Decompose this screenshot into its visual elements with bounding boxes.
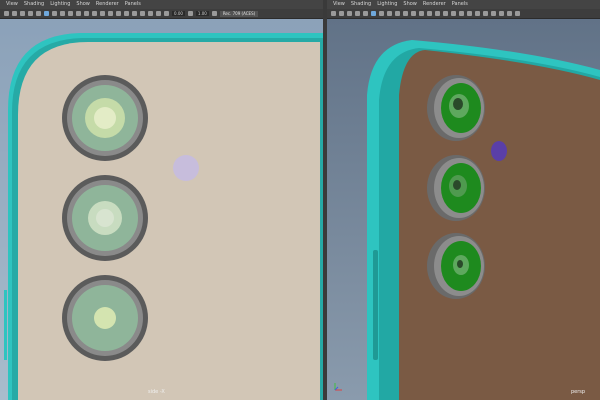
bookmark-icon[interactable] bbox=[347, 11, 352, 16]
gate-mask-icon[interactable] bbox=[387, 11, 392, 16]
antialias-icon[interactable] bbox=[156, 11, 161, 16]
left-scene-canvas[interactable] bbox=[0, 0, 323, 400]
xray-icon[interactable] bbox=[459, 11, 464, 16]
xray-joints-icon[interactable] bbox=[140, 11, 145, 16]
depth-of-field-icon[interactable] bbox=[164, 11, 169, 16]
left-viewport-toolbar: 0.00 1.00 Rec. 709 (ACES) bbox=[0, 9, 323, 19]
menu-shading[interactable]: Shading bbox=[351, 0, 371, 9]
camera-lens-1 bbox=[427, 75, 485, 141]
film-gate-icon[interactable] bbox=[44, 11, 49, 16]
left-viewport[interactable]: View Shading Lighting Show Renderer Pane… bbox=[0, 0, 323, 400]
menu-show[interactable]: Show bbox=[403, 0, 417, 9]
gamma-field[interactable]: 1.00 bbox=[195, 11, 209, 16]
select-camera-icon[interactable] bbox=[4, 11, 9, 16]
field-chart-icon[interactable] bbox=[68, 11, 73, 16]
grid-icon[interactable] bbox=[36, 11, 41, 16]
right-viewport-toolbar bbox=[327, 9, 600, 19]
menu-show[interactable]: Show bbox=[76, 0, 90, 9]
depth-of-field-icon[interactable] bbox=[491, 11, 496, 16]
bookmark-icon[interactable] bbox=[20, 11, 25, 16]
resolution-gate-icon[interactable] bbox=[52, 11, 57, 16]
textured-icon[interactable] bbox=[100, 11, 105, 16]
resolution-gate-icon[interactable] bbox=[379, 11, 384, 16]
color-management-icon[interactable] bbox=[507, 11, 512, 16]
camera-name-label: side -X bbox=[148, 389, 165, 395]
menu-shading[interactable]: Shading bbox=[24, 0, 44, 9]
view-axis-gizmo-icon bbox=[334, 383, 342, 391]
image-plane-icon[interactable] bbox=[355, 11, 360, 16]
safe-action-icon[interactable] bbox=[403, 11, 408, 16]
grid-icon[interactable] bbox=[363, 11, 368, 16]
isolate-icon[interactable] bbox=[451, 11, 456, 16]
camera-attributes-icon[interactable] bbox=[339, 11, 344, 16]
field-chart-icon[interactable] bbox=[395, 11, 400, 16]
shadows-icon[interactable] bbox=[443, 11, 448, 16]
camera-lens-3 bbox=[62, 275, 148, 361]
ambient-occlusion-icon[interactable] bbox=[148, 11, 153, 16]
flash-light bbox=[173, 155, 199, 181]
menu-view[interactable]: View bbox=[6, 0, 18, 9]
gate-mask-icon[interactable] bbox=[60, 11, 65, 16]
lights-icon[interactable] bbox=[108, 11, 113, 16]
side-button bbox=[4, 290, 7, 360]
gamma-icon[interactable] bbox=[499, 11, 504, 16]
image-plane-icon[interactable] bbox=[28, 11, 33, 16]
exposure-field[interactable]: 0.00 bbox=[172, 11, 185, 16]
ambient-occlusion-icon[interactable] bbox=[475, 11, 480, 16]
xray-icon[interactable] bbox=[132, 11, 137, 16]
menu-panels[interactable]: Panels bbox=[125, 0, 141, 9]
smooth-shade-icon[interactable] bbox=[419, 11, 424, 16]
menu-lighting[interactable]: Lighting bbox=[50, 0, 70, 9]
right-menu-bar: View Shading Lighting Show Renderer Pane… bbox=[327, 0, 600, 9]
camera-lens-2 bbox=[427, 155, 485, 221]
color-management-icon[interactable] bbox=[211, 11, 217, 16]
select-camera-icon[interactable] bbox=[331, 11, 336, 16]
gamma-icon[interactable] bbox=[187, 11, 193, 16]
camera-lens-1 bbox=[62, 75, 148, 161]
camera-name-label: persp bbox=[571, 389, 586, 395]
menu-renderer[interactable]: Renderer bbox=[96, 0, 119, 9]
smooth-shade-icon[interactable] bbox=[92, 11, 97, 16]
right-viewport[interactable]: View Shading Lighting Show Renderer Pane… bbox=[327, 0, 600, 400]
antialias-icon[interactable] bbox=[483, 11, 488, 16]
wireframe-icon[interactable] bbox=[84, 11, 89, 16]
menu-lighting[interactable]: Lighting bbox=[377, 0, 397, 9]
menu-panels[interactable]: Panels bbox=[452, 0, 468, 9]
side-button bbox=[373, 250, 378, 360]
menu-view[interactable]: View bbox=[333, 0, 345, 9]
right-scene-canvas[interactable] bbox=[327, 0, 600, 400]
menu-renderer[interactable]: Renderer bbox=[423, 0, 446, 9]
flash-light bbox=[491, 141, 507, 161]
shadows-icon[interactable] bbox=[116, 11, 121, 16]
color-space-select[interactable]: Rec. 709 (ACES) bbox=[219, 10, 259, 17]
xray-joints-icon[interactable] bbox=[467, 11, 472, 16]
camera-lens-2 bbox=[62, 175, 148, 261]
panel-layout-icon[interactable] bbox=[515, 11, 520, 16]
camera-attributes-icon[interactable] bbox=[12, 11, 17, 16]
isolate-icon[interactable] bbox=[124, 11, 129, 16]
safe-action-icon[interactable] bbox=[76, 11, 81, 16]
lights-icon[interactable] bbox=[435, 11, 440, 16]
film-gate-icon[interactable] bbox=[371, 11, 376, 16]
camera-lens-3 bbox=[427, 233, 485, 299]
left-menu-bar: View Shading Lighting Show Renderer Pane… bbox=[0, 0, 323, 9]
textured-icon[interactable] bbox=[427, 11, 432, 16]
wireframe-icon[interactable] bbox=[411, 11, 416, 16]
